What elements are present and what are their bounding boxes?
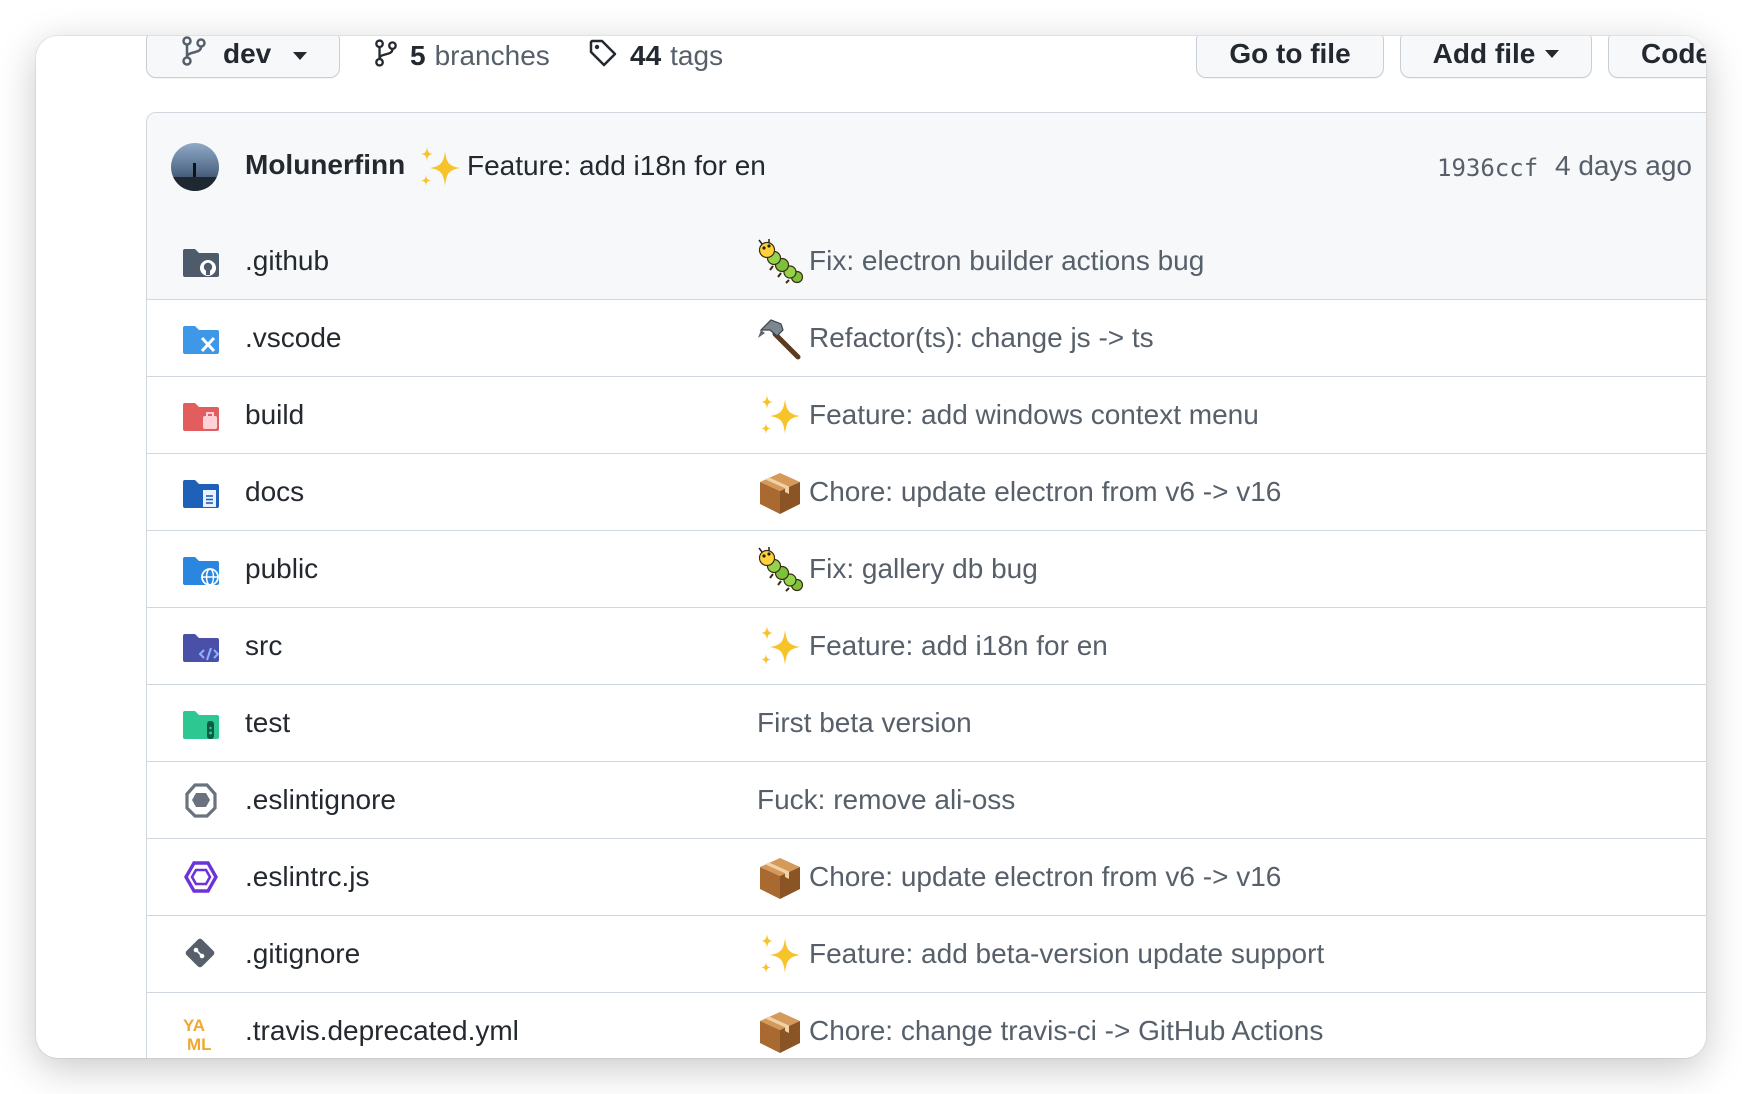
file-row[interactable]: .eslintrc.js Chore: update electron from … bbox=[147, 839, 1706, 916]
file-row[interactable]: YA ML .travis.deprecated.yml Chore: change … bbox=[147, 993, 1706, 1058]
folder-build-icon bbox=[181, 397, 221, 437]
commit-message-link[interactable]: Chore: update electron from v6 -> v16 bbox=[809, 861, 1281, 893]
package-icon bbox=[757, 855, 803, 901]
add-file-label: Add file bbox=[1432, 38, 1536, 69]
package-icon bbox=[757, 1009, 803, 1055]
file-name-link[interactable]: .travis.deprecated.yml bbox=[245, 1015, 519, 1047]
file-name-link[interactable]: .eslintrc.js bbox=[245, 861, 369, 893]
branch-select-button[interactable]: dev bbox=[146, 36, 340, 78]
file-name-link[interactable]: .github bbox=[245, 245, 329, 277]
commit-message-link[interactable]: Feature: add windows context menu bbox=[809, 399, 1259, 431]
commit-time: 4 days ago bbox=[1555, 150, 1692, 181]
sparkles-icon bbox=[757, 932, 803, 978]
tag-icon bbox=[588, 38, 630, 75]
bug-icon bbox=[757, 239, 804, 285]
hammer-icon bbox=[757, 316, 803, 362]
commit-message-link[interactable]: Feature: add i18n for en bbox=[809, 630, 1108, 662]
git-icon bbox=[181, 936, 221, 976]
branches-label: branches bbox=[434, 40, 550, 71]
commit-message-link[interactable]: Fuck: remove ali-oss bbox=[757, 784, 1015, 816]
avatar[interactable] bbox=[171, 143, 219, 191]
commit-message-link[interactable]: Refactor(ts): change js -> ts bbox=[809, 322, 1154, 354]
file-browser: Molunerfinn Feature: add i18n for en 193… bbox=[146, 112, 1706, 1058]
commit-message-link[interactable]: Chore: update electron from v6 -> v16 bbox=[809, 476, 1281, 508]
add-file-button[interactable]: Add file bbox=[1400, 36, 1592, 78]
commit-message-link[interactable]: Feature: add beta-version update support bbox=[809, 938, 1324, 970]
branches-link[interactable]: 5 branches bbox=[374, 36, 550, 76]
file-name-link[interactable]: .eslintignore bbox=[245, 784, 396, 816]
folder-src-icon bbox=[181, 628, 221, 668]
file-row[interactable]: .github Fix: electron builder actions bug bbox=[147, 223, 1706, 300]
code-label: Code bbox=[1641, 38, 1706, 69]
sparkles-icon bbox=[757, 624, 803, 670]
branch-name: dev bbox=[223, 38, 272, 69]
latest-commit-message[interactable]: Feature: add i18n for en bbox=[467, 150, 766, 182]
chevron-down-icon bbox=[1545, 50, 1560, 58]
git-branch-icon bbox=[374, 38, 410, 75]
commit-message-link[interactable]: Fix: electron builder actions bug bbox=[809, 245, 1204, 277]
code-button[interactable]: Code bbox=[1608, 36, 1706, 78]
svg-text:ML: ML bbox=[187, 1035, 212, 1053]
file-row[interactable]: .vscode Refactor(ts): change js -> ts bbox=[147, 300, 1706, 377]
file-name-link[interactable]: .vscode bbox=[245, 322, 342, 354]
file-row[interactable]: src Feature: add i18n for en bbox=[147, 608, 1706, 685]
commit-message-link[interactable]: Chore: change travis-ci -> GitHub Action… bbox=[809, 1015, 1323, 1047]
folder-test-icon bbox=[181, 705, 221, 745]
eslint-icon bbox=[181, 859, 221, 899]
commit-message-link[interactable]: Fix: gallery db bug bbox=[809, 553, 1038, 585]
commit-sha[interactable]: 1936ccf bbox=[1437, 154, 1538, 182]
file-name-link[interactable]: build bbox=[245, 399, 304, 431]
file-row[interactable]: public Fix: gallery db bug bbox=[147, 531, 1706, 608]
git-branch-icon bbox=[181, 36, 207, 73]
commit-message-link[interactable]: First beta version bbox=[757, 707, 972, 739]
latest-commit-bar: Molunerfinn Feature: add i18n for en 193… bbox=[147, 113, 1706, 224]
branches-count: 5 bbox=[410, 40, 426, 71]
folder-docs-icon bbox=[181, 474, 221, 514]
file-name-link[interactable]: test bbox=[245, 707, 290, 739]
file-name-link[interactable]: src bbox=[245, 630, 282, 662]
file-name-link[interactable]: docs bbox=[245, 476, 304, 508]
file-name-link[interactable]: public bbox=[245, 553, 318, 585]
file-row[interactable]: .gitignore Feature: add beta-version upda… bbox=[147, 916, 1706, 993]
repo-toolbar: dev 5 branches 44 tags Go to file Add fi… bbox=[36, 36, 1706, 116]
file-list: .github Fix: electron builder actions bug… bbox=[147, 223, 1706, 1058]
folder-vscode-icon bbox=[181, 320, 221, 360]
file-row[interactable]: build Feature: add windows context menu bbox=[147, 377, 1706, 454]
folder-github-icon bbox=[181, 243, 221, 283]
svg-text:YA: YA bbox=[183, 1016, 205, 1035]
tags-label: tags bbox=[670, 40, 724, 71]
yaml-icon: YA ML bbox=[181, 1013, 221, 1054]
file-row[interactable]: .eslintignore Fuck: remove ali-oss bbox=[147, 762, 1706, 839]
commit-author[interactable]: Molunerfinn bbox=[245, 149, 405, 181]
file-row[interactable]: test First beta version bbox=[147, 685, 1706, 762]
go-to-file-button[interactable]: Go to file bbox=[1196, 36, 1384, 78]
file-row[interactable]: docs Chore: update electron from v6 -> v1… bbox=[147, 454, 1706, 531]
chevron-down-icon bbox=[293, 51, 308, 60]
folder-public-icon bbox=[181, 551, 221, 591]
file-name-link[interactable]: .gitignore bbox=[245, 938, 360, 970]
tags-count: 44 bbox=[630, 40, 662, 71]
sparkles-icon bbox=[417, 145, 463, 196]
browser-window: dev 5 branches 44 tags Go to file Add fi… bbox=[36, 36, 1706, 1058]
sparkles-icon bbox=[757, 393, 803, 439]
package-icon bbox=[757, 470, 803, 516]
eslintignore-icon bbox=[181, 782, 221, 822]
bug-icon bbox=[757, 547, 804, 593]
tags-link[interactable]: 44 tags bbox=[588, 36, 723, 76]
